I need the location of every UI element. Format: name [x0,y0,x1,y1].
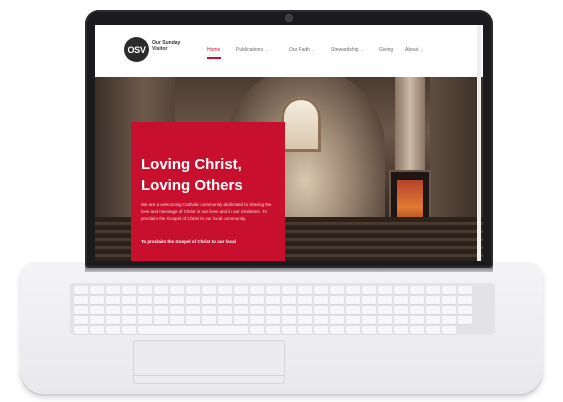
nav-active-indicator [207,57,221,59]
hero-title: Loving Christ, Loving Others [141,154,281,196]
site-logo[interactable]: OSV [124,37,149,62]
keyboard-row [74,316,472,324]
nav-item-label: Our Faith [289,47,310,53]
logo-initials: OSV [127,44,146,55]
nav-item-label: Home [207,47,221,53]
nav-item-label: Stewardship [331,47,359,53]
nav-item-about[interactable]: About ⌄ [405,47,423,53]
chevron-down-icon: ⌄ [420,47,424,52]
chevron-down-icon: ⌄ [264,47,269,52]
nav-item-stewardship[interactable]: Stewardship ⌄ [331,47,364,53]
nav-item-label: Publications [236,47,263,53]
hero-title-line: Loving Others [141,177,243,194]
nav-item-home[interactable]: Home [207,47,220,53]
nav-item-giving[interactable]: Giving [379,47,393,53]
hero-card: Loving Christ, Loving Others We are a we… [131,122,285,261]
hero-title-line: Loving Christ, [141,156,242,173]
nav-item-label: About [405,47,419,53]
keyboard-row [74,286,472,294]
hero-tagline: To proclaim the Gospel of Christ to our … [141,239,236,244]
webcam-icon [286,15,292,21]
hero-image-pillar [395,77,425,177]
logo-name[interactable]: Our Sunday Visitor [152,40,182,52]
keyboard [70,283,495,335]
site-header: OSV Our Sunday Visitor Home Publications… [95,25,483,77]
nav-item-publications[interactable]: Publications ⌄ [236,47,268,53]
hero-banner: Loving Christ, Loving Others We are a we… [95,77,483,261]
hero-body: We are a welcoming Catholic community de… [141,202,272,221]
laptop-screen: OSV Our Sunday Visitor Home Publications… [95,25,483,261]
laptop-mockup: OSV Our Sunday Visitor Home Publications… [0,0,563,402]
touchpad [133,340,285,384]
hero-image-window [281,97,321,152]
nav-item-label: Giving [379,47,394,53]
scrollbar[interactable] [477,25,481,261]
keyboard-row [74,326,456,334]
keyboard-row [74,306,472,314]
nav-item-our-faith[interactable]: Our Faith ⌄ [289,47,315,53]
laptop-lid: OSV Our Sunday Visitor Home Publications… [85,10,493,268]
chevron-down-icon: ⌄ [360,47,364,52]
keyboard-row [74,296,472,304]
chevron-down-icon: ⌄ [311,47,316,52]
